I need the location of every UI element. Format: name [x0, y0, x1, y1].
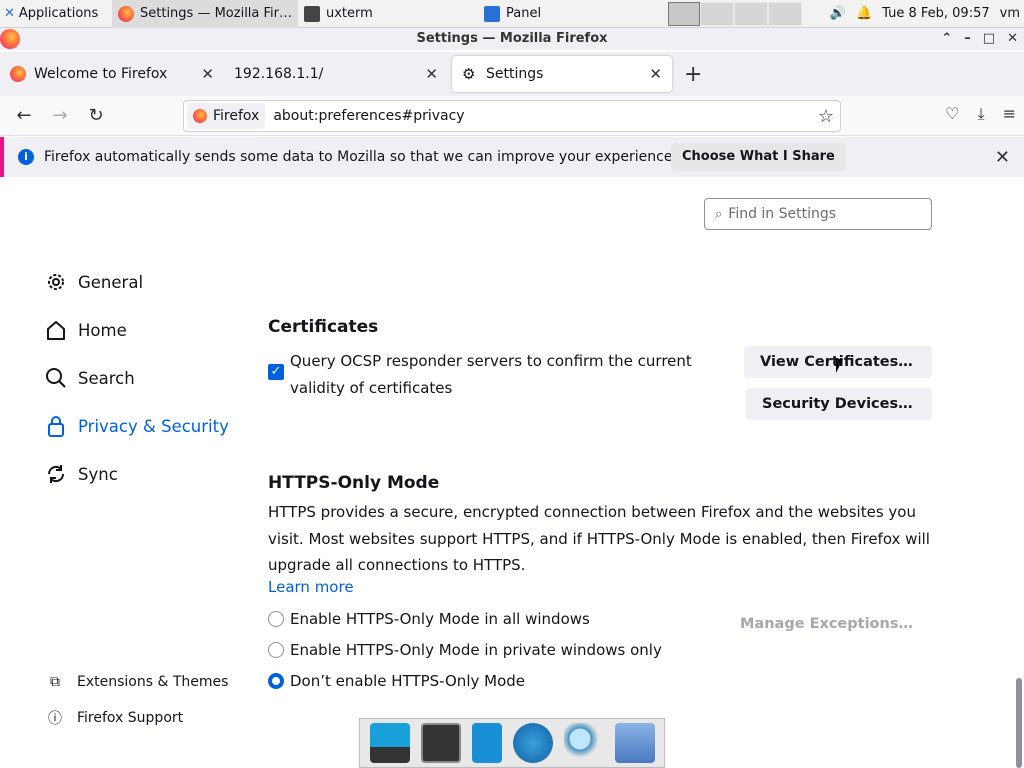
panel-icon	[484, 5, 500, 22]
radio-https-disabled[interactable]: Don’t enable HTTPS-Only Mode	[268, 672, 525, 690]
volume-icon[interactable]: 🔊	[830, 6, 846, 21]
radio-button-selected[interactable]	[268, 673, 284, 689]
puzzle-icon: ⧉	[50, 674, 60, 690]
manage-exceptions-button[interactable]: Manage Exceptions…	[724, 608, 932, 640]
tab-router[interactable]: 192.168.1.1/ ✕	[224, 56, 448, 92]
learn-more-link[interactable]: Learn more	[268, 578, 354, 596]
pocket-icon[interactable]: ♡	[945, 104, 959, 124]
tab-welcome[interactable]: Welcome to Firefox ✕	[0, 56, 224, 92]
close-tab-icon[interactable]: ✕	[201, 65, 214, 83]
folder-icon[interactable]	[614, 723, 655, 763]
user-label[interactable]: vm	[1000, 6, 1020, 21]
forward-button[interactable]: →	[42, 105, 78, 126]
window-title: Settings — Mozilla Firefox	[416, 31, 608, 46]
ocsp-label: Query OCSP responder servers to confirm …	[290, 352, 692, 397]
choose-what-i-share-button[interactable]: Choose What I Share	[671, 143, 846, 171]
show-desktop-icon[interactable]	[369, 723, 410, 763]
ocsp-checkbox[interactable]: ✓	[268, 364, 284, 380]
download-icon[interactable]: ⤓	[978, 104, 985, 124]
gear-icon: ⚙	[462, 65, 476, 83]
workspace-4[interactable]	[768, 1, 802, 26]
url-bar[interactable]: Firefox about:preferences#privacy ☆	[183, 100, 841, 132]
reload-button[interactable]: ↻	[78, 105, 114, 126]
firefox-icon	[193, 109, 207, 123]
workspace-1[interactable]	[668, 1, 700, 26]
radio-button[interactable]	[268, 611, 284, 627]
maximize-icon[interactable]: □	[983, 28, 995, 50]
radio-button[interactable]	[268, 642, 284, 658]
https-only-description: HTTPS provides a secure, encrypted conne…	[268, 503, 930, 574]
help-icon: ⓘ	[48, 711, 62, 727]
category-general[interactable]: General	[44, 258, 229, 306]
chevron-up-icon[interactable]: ⌃	[941, 28, 952, 50]
task-firefox[interactable]: Settings — Mozilla Fir…	[112, 0, 298, 28]
tab-settings[interactable]: ⚙ Settings ✕	[452, 56, 672, 92]
gear-icon	[44, 270, 68, 294]
close-tab-icon[interactable]: ✕	[425, 65, 438, 83]
workspace-switcher[interactable]	[668, 1, 802, 26]
certificates-heading: Certificates	[268, 317, 379, 337]
search-icon: ⌕	[715, 206, 723, 222]
scrollbar[interactable]	[1014, 178, 1022, 768]
data-reporting-notification: i Firefox automatically sends some data …	[0, 137, 1024, 177]
firefox-support-link[interactable]: ⓘ Firefox Support	[46, 700, 228, 736]
back-button[interactable]: ←	[6, 105, 42, 126]
app-finder-icon[interactable]	[563, 723, 604, 763]
security-devices-button[interactable]: Security Devices…	[746, 388, 932, 420]
firefox-icon[interactable]	[0, 29, 20, 49]
category-privacy[interactable]: Privacy & Security	[44, 402, 229, 450]
new-tab-button[interactable]: +	[684, 62, 702, 87]
task-panel[interactable]: Panel	[478, 0, 662, 28]
identity-box[interactable]: Firefox	[187, 103, 266, 129]
web-browser-icon[interactable]	[512, 723, 553, 763]
find-in-settings-input[interactable]: ⌕ Find in Settings	[704, 198, 932, 230]
extensions-themes-link[interactable]: ⧉ Extensions & Themes	[46, 664, 228, 700]
terminal-icon	[304, 5, 320, 22]
ocsp-checkbox-row[interactable]: ✓ Query OCSP responder servers to confir…	[268, 348, 698, 402]
category-search[interactable]: Search	[44, 354, 229, 402]
info-icon: i	[18, 149, 34, 165]
radio-https-all-windows[interactable]: Enable HTTPS-Only Mode in all windows	[268, 610, 590, 628]
category-home[interactable]: Home	[44, 306, 229, 354]
https-only-heading: HTTPS-Only Mode	[268, 473, 440, 493]
preferences-content: ⌕ Find in Settings General Home Search P…	[0, 178, 1024, 768]
close-icon[interactable]: ✕	[995, 147, 1010, 168]
firefox-icon	[10, 66, 26, 82]
mouse-cursor	[836, 359, 843, 373]
notification-text: Firefox automatically sends some data to…	[44, 149, 677, 165]
close-tab-icon[interactable]: ✕	[649, 65, 662, 83]
workspace-2[interactable]	[700, 1, 734, 26]
sidebar-footer: ⧉ Extensions & Themes ⓘ Firefox Support	[46, 664, 228, 736]
menu-icon[interactable]: ≡	[1003, 104, 1016, 124]
minimize-icon[interactable]: –	[964, 28, 971, 50]
home-icon	[44, 318, 68, 342]
sync-icon	[44, 462, 68, 486]
close-icon[interactable]: ✕	[1007, 28, 1018, 50]
url-text[interactable]: about:preferences#privacy	[273, 108, 464, 124]
radio-https-private-only[interactable]: Enable HTTPS-Only Mode in private window…	[268, 641, 662, 659]
lock-icon	[44, 414, 68, 438]
firefox-icon	[118, 5, 134, 22]
task-uxterm[interactable]: uxterm	[298, 0, 478, 28]
workspace-3[interactable]	[734, 1, 768, 26]
dock	[359, 718, 665, 768]
bookmark-star-icon[interactable]: ☆	[818, 106, 834, 127]
window-titlebar: Settings — Mozilla Firefox ⌃ – □ ✕	[0, 28, 1024, 50]
category-sync[interactable]: Sync	[44, 450, 229, 498]
system-panel: ✕ Applications Settings — Mozilla Fir… u…	[0, 0, 1024, 28]
terminal-icon[interactable]	[420, 723, 461, 763]
system-tray: 🔊 🔔 Tue 8 Feb, 09:57 vm	[830, 6, 1024, 21]
xfce-icon: ✕	[4, 6, 15, 21]
navigation-toolbar: ← → ↻ Firefox about:preferences#privacy …	[0, 96, 1024, 136]
search-placeholder: Find in Settings	[728, 206, 837, 222]
tab-bar: Welcome to Firefox ✕ 192.168.1.1/ ✕ ⚙ Se…	[0, 52, 1024, 96]
scrollbar-thumb[interactable]	[1016, 678, 1022, 768]
clock[interactable]: Tue 8 Feb, 09:57	[882, 6, 990, 21]
bell-icon[interactable]: 🔔	[856, 6, 872, 21]
applications-menu[interactable]: ✕ Applications	[0, 0, 112, 28]
file-manager-icon[interactable]	[471, 723, 502, 763]
search-icon	[44, 366, 68, 390]
category-nav: General Home Search Privacy & Security S…	[44, 258, 229, 498]
